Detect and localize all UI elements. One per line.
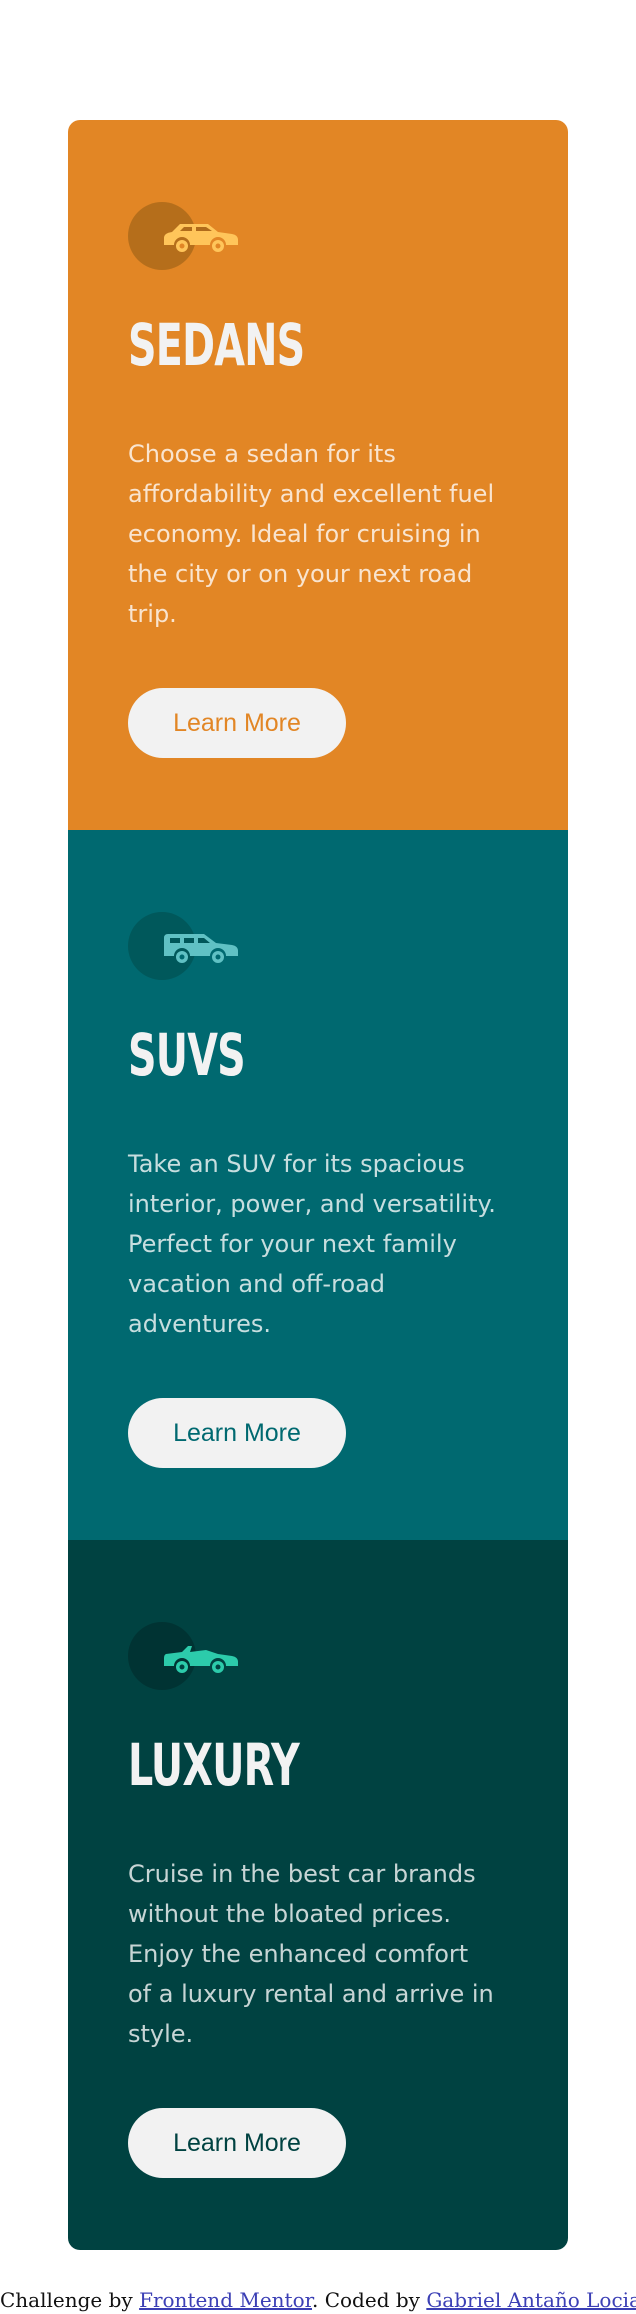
learn-more-button-luxury[interactable]: Learn More bbox=[128, 2108, 346, 2178]
author-link[interactable]: Gabriel Antaño Locia bbox=[426, 2288, 636, 2312]
card-description: Take an SUV for its spacious interior, p… bbox=[128, 1150, 496, 1338]
convertible-car-icon bbox=[164, 1646, 238, 1673]
attribution-prefix: Challenge by bbox=[0, 2288, 140, 2312]
sedan-icon bbox=[128, 202, 240, 270]
cards-container: SEDANS Choose a sedan for its affordabil… bbox=[68, 120, 568, 2250]
card-title: SUVS bbox=[128, 1021, 246, 1089]
card-description: Choose a sedan for its affordability and… bbox=[128, 440, 495, 628]
card-sedans: SEDANS Choose a sedan for its affordabil… bbox=[68, 120, 568, 830]
card-title: LUXURY bbox=[128, 1731, 300, 1799]
card-description: Cruise in the best car brands without th… bbox=[128, 1860, 494, 2048]
suv-car-icon bbox=[164, 934, 238, 963]
card-luxury: LUXURY Cruise in the best car brands wit… bbox=[68, 1540, 568, 2250]
sedan-car-icon bbox=[164, 224, 238, 252]
attribution-middle: . Coded by bbox=[312, 2288, 427, 2312]
frontend-mentor-link[interactable]: Frontend Mentor bbox=[139, 2288, 312, 2312]
learn-more-button-sedans[interactable]: Learn More bbox=[128, 688, 346, 758]
learn-more-button-suvs[interactable]: Learn More bbox=[128, 1398, 346, 1468]
luxury-car-icon bbox=[128, 1622, 240, 1690]
card-suvs: SUVS Take an SUV for its spacious interi… bbox=[68, 830, 568, 1540]
card-title: SEDANS bbox=[128, 311, 305, 379]
suv-icon bbox=[128, 912, 240, 980]
attribution: Challenge by Frontend Mentor. Coded by G… bbox=[0, 2286, 636, 2314]
